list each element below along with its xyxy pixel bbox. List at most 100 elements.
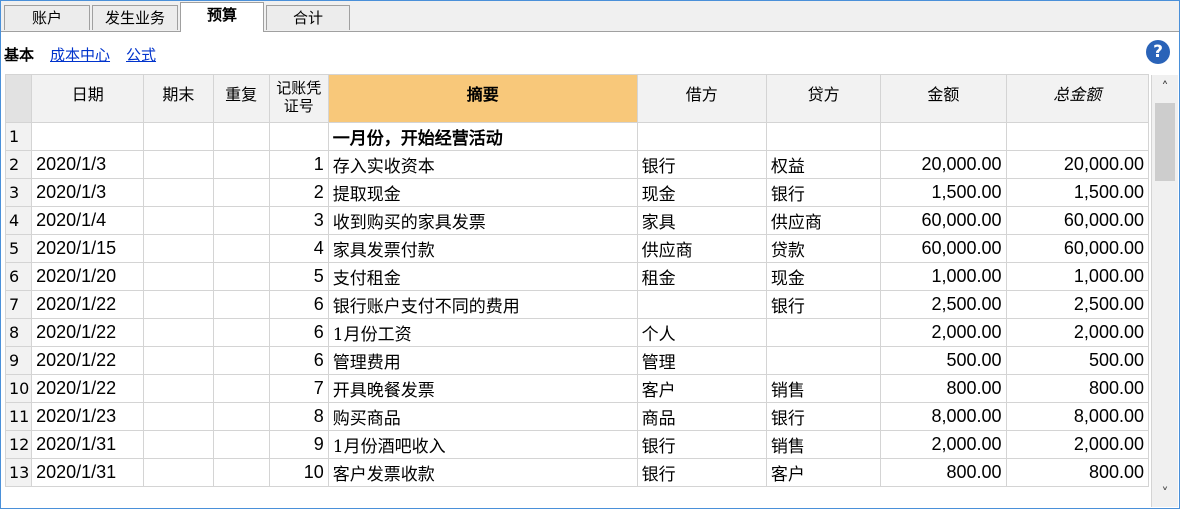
voucher-cell[interactable]: 5 <box>268 262 329 291</box>
voucher-cell[interactable]: 4 <box>268 234 329 263</box>
debit-cell[interactable]: 家具 <box>636 206 767 235</box>
description-cell[interactable]: 1月份工资 <box>327 318 638 347</box>
date-cell[interactable]: 2020/1/22 <box>31 318 145 347</box>
view-basic[interactable]: 基本 <box>4 44 34 65</box>
debit-cell[interactable]: 银行 <box>636 430 767 459</box>
tab-budget[interactable]: 预算 <box>180 2 264 32</box>
row-number[interactable]: 8 <box>4 318 33 347</box>
date-cell[interactable]: 2020/1/22 <box>31 374 145 403</box>
row-number[interactable]: 13 <box>4 458 33 487</box>
period-end-cell[interactable] <box>143 290 214 319</box>
date-cell[interactable]: 2020/1/4 <box>31 206 145 235</box>
table-row[interactable]: 8 2020/1/22 6 1月份工资 个人 2,000.00 2,000.00 <box>4 318 1150 347</box>
amount-cell[interactable]: 60,000.00 <box>880 206 1007 235</box>
debit-cell[interactable] <box>636 290 767 319</box>
repeat-cell[interactable] <box>212 318 270 347</box>
row-number[interactable]: 10 <box>4 374 33 403</box>
voucher-cell[interactable]: 8 <box>268 402 329 431</box>
date-cell[interactable]: 2020/1/20 <box>31 262 145 291</box>
amount-cell[interactable]: 2,500.00 <box>880 290 1007 319</box>
total-amount-cell[interactable]: 60,000.00 <box>1005 206 1150 235</box>
column-header-debit[interactable]: 借方 <box>636 74 767 123</box>
repeat-cell[interactable] <box>212 206 270 235</box>
period-end-cell[interactable] <box>143 150 214 179</box>
row-number[interactable]: 1 <box>4 122 33 151</box>
repeat-cell[interactable] <box>212 150 270 179</box>
column-header-total-amount[interactable]: 总金额 <box>1005 74 1150 123</box>
description-cell[interactable]: 客户发票收款 <box>327 458 638 487</box>
description-cell[interactable]: 开具晚餐发票 <box>327 374 638 403</box>
table-row[interactable]: 13 2020/1/31 10 客户发票收款 银行 客户 800.00 800.00 <box>4 458 1150 487</box>
date-cell[interactable]: 2020/1/31 <box>31 458 145 487</box>
voucher-cell[interactable]: 2 <box>268 178 329 207</box>
table-row[interactable]: 7 2020/1/22 6 银行账户支付不同的费用 银行 2,500.00 2,500.00 <box>4 290 1150 319</box>
amount-cell[interactable]: 1,500.00 <box>880 178 1007 207</box>
chevron-up-icon[interactable]: ˄ <box>1152 75 1178 101</box>
debit-cell[interactable]: 银行 <box>636 150 767 179</box>
description-cell[interactable]: 提取现金 <box>327 178 638 207</box>
table-row[interactable]: 2 2020/1/3 1 存入实收资本 银行 权益 20,000.00 20,000.00 <box>4 150 1150 179</box>
amount-cell[interactable]: 2,000.00 <box>880 318 1007 347</box>
credit-cell[interactable]: 销售 <box>765 430 882 459</box>
amount-cell[interactable] <box>880 122 1007 151</box>
scrollbar-thumb[interactable] <box>1155 103 1175 181</box>
total-amount-cell[interactable]: 800.00 <box>1005 374 1150 403</box>
total-amount-cell[interactable] <box>1005 122 1150 151</box>
amount-cell[interactable]: 60,000.00 <box>880 234 1007 263</box>
description-cell[interactable]: 支付租金 <box>327 262 638 291</box>
total-amount-cell[interactable]: 500.00 <box>1005 346 1150 375</box>
period-end-cell[interactable] <box>143 262 214 291</box>
description-cell[interactable]: 管理费用 <box>327 346 638 375</box>
row-number[interactable]: 9 <box>4 346 33 375</box>
voucher-cell[interactable] <box>268 122 329 151</box>
column-header-amount[interactable]: 金额 <box>880 74 1007 123</box>
row-number[interactable]: 5 <box>4 234 33 263</box>
repeat-cell[interactable] <box>212 430 270 459</box>
repeat-cell[interactable] <box>212 346 270 375</box>
table-row[interactable]: 12 2020/1/31 9 1月份酒吧收入 银行 销售 2,000.00 2,000.00 <box>4 430 1150 459</box>
amount-cell[interactable]: 500.00 <box>880 346 1007 375</box>
repeat-cell[interactable] <box>212 262 270 291</box>
help-icon[interactable]: ? <box>1146 40 1170 64</box>
table-row[interactable]: 3 2020/1/3 2 提取现金 现金 银行 1,500.00 1,500.00 <box>4 178 1150 207</box>
credit-cell[interactable]: 银行 <box>765 290 882 319</box>
column-header-voucher[interactable]: 记账凭 证号 <box>268 74 329 123</box>
period-end-cell[interactable] <box>143 318 214 347</box>
date-cell[interactable]: 2020/1/31 <box>31 430 145 459</box>
total-amount-cell[interactable]: 1,500.00 <box>1005 178 1150 207</box>
period-end-cell[interactable] <box>143 430 214 459</box>
total-amount-cell[interactable]: 2,000.00 <box>1005 318 1150 347</box>
description-cell[interactable]: 1月份酒吧收入 <box>327 430 638 459</box>
period-end-cell[interactable] <box>143 178 214 207</box>
date-cell[interactable]: 2020/1/3 <box>31 150 145 179</box>
total-amount-cell[interactable]: 2,500.00 <box>1005 290 1150 319</box>
date-cell[interactable]: 2020/1/23 <box>31 402 145 431</box>
credit-cell[interactable]: 客户 <box>765 458 882 487</box>
column-header-description[interactable]: 摘要 <box>327 74 638 123</box>
row-number[interactable]: 3 <box>4 178 33 207</box>
description-cell[interactable]: 存入实收资本 <box>327 150 638 179</box>
column-header-repeat[interactable]: 重复 <box>212 74 270 123</box>
debit-cell[interactable]: 租金 <box>636 262 767 291</box>
period-end-cell[interactable] <box>143 402 214 431</box>
debit-cell[interactable] <box>636 122 767 151</box>
credit-cell[interactable]: 现金 <box>765 262 882 291</box>
period-end-cell[interactable] <box>143 346 214 375</box>
vertical-scrollbar[interactable]: ˄ ˅ <box>1151 75 1178 507</box>
debit-cell[interactable]: 个人 <box>636 318 767 347</box>
total-amount-cell[interactable]: 8,000.00 <box>1005 402 1150 431</box>
period-end-cell[interactable] <box>143 374 214 403</box>
view-formula-link[interactable]: 公式 <box>126 44 156 65</box>
amount-cell[interactable]: 1,000.00 <box>880 262 1007 291</box>
column-header-date[interactable]: 日期 <box>31 74 145 123</box>
table-row[interactable]: 9 2020/1/22 6 管理费用 管理 500.00 500.00 <box>4 346 1150 375</box>
repeat-cell[interactable] <box>212 234 270 263</box>
repeat-cell[interactable] <box>212 402 270 431</box>
table-row[interactable]: 6 2020/1/20 5 支付租金 租金 现金 1,000.00 1,000.00 <box>4 262 1150 291</box>
debit-cell[interactable]: 商品 <box>636 402 767 431</box>
voucher-cell[interactable]: 1 <box>268 150 329 179</box>
amount-cell[interactable]: 20,000.00 <box>880 150 1007 179</box>
voucher-cell[interactable]: 6 <box>268 346 329 375</box>
repeat-cell[interactable] <box>212 290 270 319</box>
total-amount-cell[interactable]: 2,000.00 <box>1005 430 1150 459</box>
